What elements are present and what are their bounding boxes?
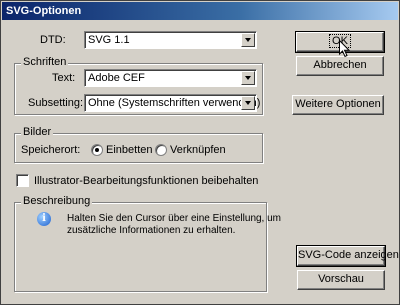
chevron-down-icon[interactable] [241,71,255,85]
chevron-down-icon[interactable] [241,33,255,47]
info-icon: i [37,212,51,226]
description-line-2: zusätzliche Informationen zu erhalten. [67,225,236,236]
mouse-pointer-icon [339,40,351,58]
subsetting-value: Ohne (Systemschriften verwenden) [88,97,261,109]
dialog-title: SVG-Optionen [2,2,398,20]
preview-button-label: Vorschau [318,273,364,285]
text-font-select[interactable]: Adobe CEF [84,69,257,87]
chevron-down-icon[interactable] [241,96,255,110]
description-group-legend: Beschreibung [21,195,93,207]
link-label[interactable]: Verknüpfen [170,144,226,156]
fonts-group-legend: Schriften [21,56,69,68]
subsetting-select[interactable]: Ohne (Systemschriften verwenden) [84,94,261,112]
embed-radio[interactable] [91,144,103,156]
images-group-legend: Bilder [21,126,54,138]
preserve-editing-label[interactable]: Illustrator-Bearbeitungsfunktionen beibe… [34,175,258,187]
subsetting-label: Subsetting: [28,97,84,109]
location-label: Speicherort: [21,144,81,156]
dtd-select-value: SVG 1.1 [88,34,130,46]
link-radio[interactable] [155,144,167,156]
dtd-select[interactable]: SVG 1.1 [84,31,257,49]
text-label: Text: [52,72,76,84]
cancel-button-label: Abbrechen [313,59,367,71]
text-font-value: Adobe CEF [88,72,145,84]
preview-button[interactable]: Vorschau [297,270,385,290]
description-line-1: Halten Sie den Cursor über eine Einstell… [67,213,282,224]
preserve-editing-checkbox[interactable] [16,174,29,187]
show-svg-code-button-label: SVG-Code anzeigen [298,249,399,261]
more-options-button[interactable]: Weitere Optionen [292,95,384,115]
dtd-label: DTD: [40,34,66,46]
show-svg-code-button[interactable]: SVG-Code anzeigen [296,245,399,267]
cancel-button[interactable]: Abbrechen [296,56,384,76]
embed-label[interactable]: Einbetten [106,144,152,156]
more-options-button-label: Weitere Optionen [295,98,381,110]
svg-options-dialog: SVG-Optionen DTD: SVG 1.1 Schriften Text… [0,0,400,305]
